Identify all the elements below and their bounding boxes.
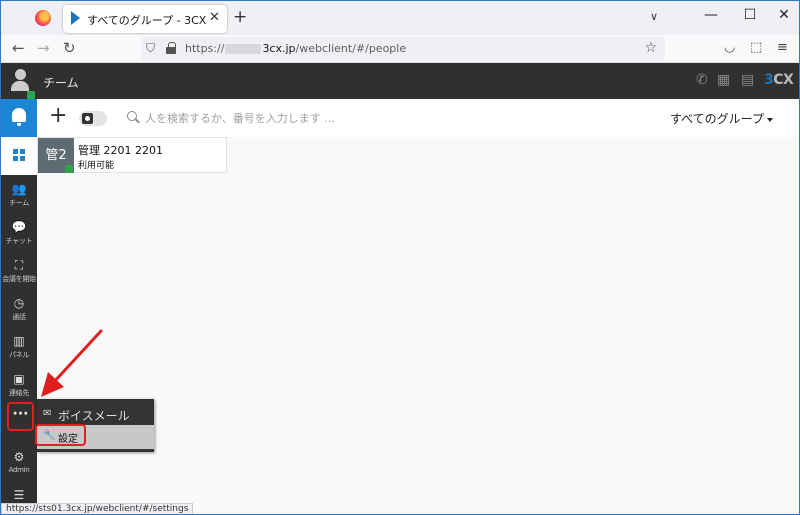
add-button[interactable]: + [49,105,67,127]
more-button[interactable]: ··· [7,402,34,431]
sidebar-item-label: チーム [9,199,29,207]
tab-title: すべてのグループ - 3CX [87,14,207,27]
sidebar-item-contacts[interactable]: ▣ 連絡先 [1,367,37,405]
sidebar-item-label: 通話 [12,313,26,321]
panel-icon: ▥ [13,334,25,348]
windows-icon [13,149,25,161]
group-select[interactable]: すべてのグループ [670,110,773,127]
sidebar-item-windows[interactable] [1,137,37,175]
back-icon[interactable]: ← [12,39,25,57]
minimize-button[interactable]: — [701,7,721,23]
3cx-favicon-icon [71,11,80,25]
tab-strip: すべてのグループ - 3CX ✕ + ∨ — ☐ ✕ [1,1,799,35]
sidebar-item-notifications[interactable] [1,99,37,137]
team-icon: 👥 [11,182,27,196]
contacts-icon: ▣ [13,372,25,386]
sidebar-item-team[interactable]: 👥 チーム [1,177,37,215]
phone-icon[interactable]: ✆ [696,72,708,88]
user-avatar-icon[interactable] [11,69,29,91]
link-preview-statusbar: https://sts01.3cx.jp/webclient/#/setting… [1,503,194,514]
url-bar[interactable]: ⛉ https://3cx.jp/webclient/#/people ☆ [141,37,665,61]
redacted-subdomain [225,44,262,54]
menu-icon[interactable]: ≡ [777,40,788,55]
chat-icon: 💬 [11,220,27,234]
lock-icon[interactable] [166,42,176,54]
sidebar-item-label: 連絡先 [8,389,30,397]
envelope-icon: ✉ [43,408,52,419]
sidebar-item-chat[interactable]: 💬 チャット [1,215,37,253]
qr-code-icon[interactable]: ▦ [717,72,730,88]
forward-icon[interactable]: → [37,39,50,57]
people-toolbar: + すべてのグループ [37,99,799,137]
tab-list-chevron-icon[interactable]: ∨ [650,10,658,23]
contact-status-text: 利用可能 [78,161,115,171]
meeting-icon: ⛶ [14,258,24,272]
3cx-logo: 3CX [764,72,794,88]
sidebar-item-panel[interactable]: ▥ パネル [1,329,37,367]
book-icon[interactable]: ▤ [741,72,754,88]
navigation-bar: ← → ↻ ⛉ https://3cx.jp/webclient/#/peopl… [1,35,799,63]
browser-window: すべてのグループ - 3CX ✕ + ∨ — ☐ ✕ ← → ↻ ⛉ https… [0,0,800,515]
status-online-indicator [27,91,35,99]
status-online-indicator [65,165,73,173]
sidebar-item-calls[interactable]: ◷ 通話 [1,291,37,329]
star-icon[interactable]: ☆ [644,40,657,56]
url-text[interactable]: https://3cx.jp/webclient/#/people [185,42,406,55]
extensions-icon[interactable]: ⬚ [750,40,762,55]
new-tab-button[interactable]: + [233,7,247,27]
history-icon: ◷ [13,296,25,310]
maximize-button[interactable]: ☐ [740,7,760,23]
page-title: チーム [43,76,79,90]
firefox-icon[interactable] [35,10,51,26]
gear-icon: ⚙ [13,450,25,464]
search-input[interactable] [145,109,565,127]
tab-close-icon[interactable]: ✕ [209,10,220,25]
sidebar-item-meeting[interactable]: ⛶ 会議を開始 [1,253,37,291]
bell-icon [12,108,26,126]
contact-card-icon [82,113,93,124]
sidebar-item-label: パネル [8,351,30,359]
contact-card[interactable]: 管2 管理 2201 2201 利用可能 [37,137,227,173]
pocket-icon[interactable]: ◡ [724,40,735,55]
shield-icon[interactable]: ⛉ [146,41,155,56]
app-header: チーム ✆ ▦ ▤ 3CX [1,63,799,99]
main-content: + すべてのグループ 管2 管理 2201 2201 利用可能 [37,99,799,514]
close-window-button[interactable]: ✕ [774,7,794,23]
sidebar-item-admin[interactable]: ⚙ Admin [1,445,37,483]
caret-down-icon [766,117,773,122]
sidebar: 👥 チーム 💬 チャット ⛶ 会議を開始 ◷ 通話 ▥ パネル ▣ 連絡先 ··… [1,99,37,514]
search-icon [127,111,139,123]
sidebar-item-label: チャット [5,237,33,245]
browser-tab[interactable]: すべてのグループ - 3CX ✕ [63,5,227,33]
settings-highlight-box [35,424,86,446]
sidebar-item-label: 会議を開始 [2,275,36,283]
stack-icon: ☰ [13,488,25,502]
contact-view-toggle[interactable] [79,111,107,126]
sidebar-item-label: Admin [8,466,30,474]
contact-name: 管理 2201 2201 [78,144,163,157]
reload-icon[interactable]: ↻ [63,39,76,57]
